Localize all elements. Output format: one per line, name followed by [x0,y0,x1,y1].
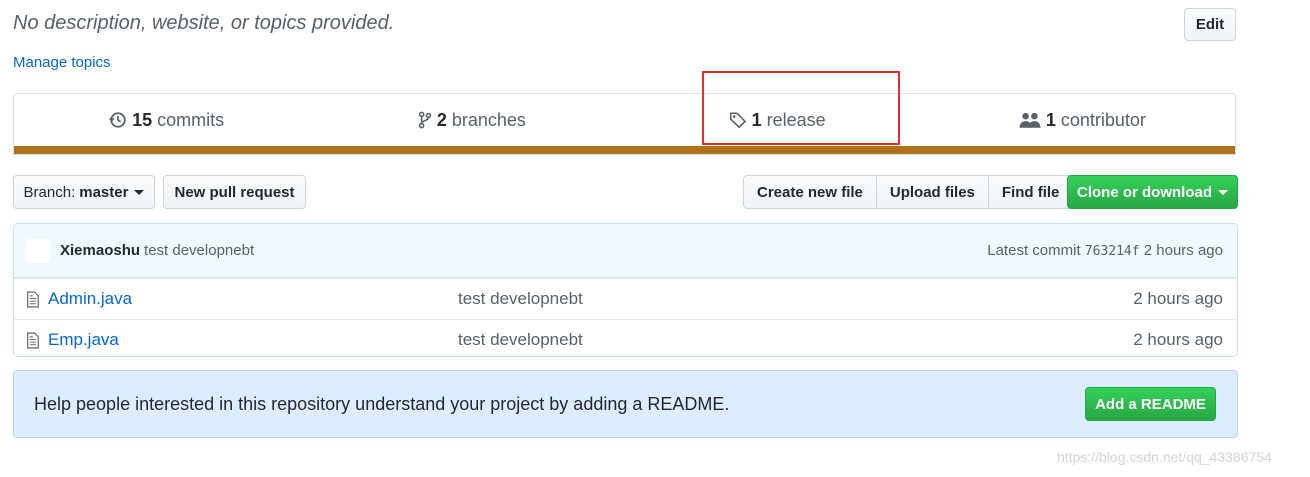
file-commit-message[interactable]: test developnebt [458,330,583,350]
file-icon [27,291,39,308]
git-branch-icon [418,111,432,129]
edit-description-button[interactable]: Edit [1184,8,1236,41]
file-browser: Xiemaoshu test developnebt Latest commit… [13,223,1238,357]
commit-message[interactable]: test developnebt [144,242,254,259]
clone-label: Clone or download [1077,183,1212,201]
file-age: 2 hours ago [1133,330,1223,349]
commits-label: commits [157,109,225,130]
readme-prompt-text: Help people interested in this repositor… [34,393,730,414]
branch-name: master [79,183,129,201]
new-pull-request-button[interactable]: New pull request [163,175,306,209]
people-icon [1019,112,1041,128]
file-commit-message[interactable]: test developnebt [458,289,583,309]
repo-description: No description, website, or topics provi… [13,12,395,34]
file-age: 2 hours ago [1133,289,1223,308]
branches-label: branches [451,109,526,130]
manage-topics-link[interactable]: Manage topics [13,54,111,71]
contributors-label: contributor [1060,109,1146,130]
branch-prefix: Branch: [23,183,76,201]
latest-commit-prefix: Latest commit [987,242,1081,259]
upload-files-button[interactable]: Upload files [875,175,989,209]
add-readme-button[interactable]: Add a README [1085,387,1216,421]
find-file-button[interactable]: Find file [987,175,1074,209]
file-icon [27,332,39,349]
file-actions-group: Create new file Upload files Find file [743,175,1074,209]
commit-sha[interactable]: 763214f [1085,244,1140,259]
commits-count: 15 [132,109,153,130]
watermark: https://blog.csdn.net/qq_43386754 [1057,449,1272,465]
contributors-summary[interactable]: 1 contributor [930,94,1235,146]
caret-down-icon [134,189,145,195]
commits-summary[interactable]: 15 commits [14,94,319,146]
commit-age: 2 hours ago [1143,242,1223,259]
file-row: Admin.java test developnebt 2 hours ago [14,278,1237,319]
readme-prompt-box: Help people interested in this repositor… [13,370,1238,438]
latest-commit-info: Latest commit 763214f 2 hours ago [987,242,1223,259]
file-name-link[interactable]: Emp.java [48,330,119,350]
file-row: Emp.java test developnebt 2 hours ago [14,319,1237,356]
clone-or-download-button[interactable]: Clone or download [1067,175,1238,209]
contributors-count: 1 [1045,109,1056,130]
history-icon [109,112,126,128]
create-new-file-button[interactable]: Create new file [743,175,877,209]
annotation-highlight-box [702,71,900,145]
language-color-bar[interactable] [14,146,1235,154]
commit-author[interactable]: Xiemaoshu [60,242,140,259]
repo-summary-bar: 15 commits 2 branches 1 release 1 contri… [13,93,1236,155]
branches-summary[interactable]: 2 branches [319,94,624,146]
branch-select-button[interactable]: Branch: master [13,175,155,209]
caret-down-icon [1218,189,1228,195]
latest-commit-bar: Xiemaoshu test developnebt Latest commit… [14,224,1237,278]
file-name-link[interactable]: Admin.java [48,289,132,309]
branches-count: 2 [436,109,447,130]
avatar[interactable] [26,238,50,263]
